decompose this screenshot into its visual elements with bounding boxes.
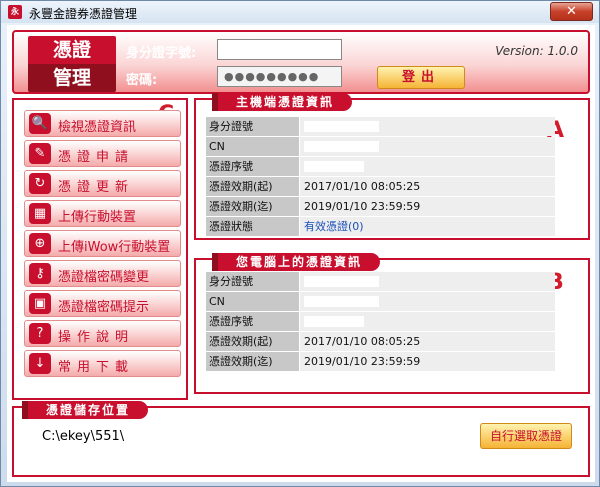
menu-item-label: 操作說明 [58,330,135,345]
magnifier-icon: 🔍 [29,113,51,134]
info-label: 憑證序號 [206,312,299,331]
info-row: 憑證狀態 有效憑證(0) [206,217,555,236]
info-value: 2019/01/10 23:59:59 [299,352,555,371]
info-value[interactable]: 有效憑證(0) [299,217,555,236]
redacted-value [304,316,364,327]
menu-item-1[interactable]: ✎ 憑證申請 [24,140,181,167]
app-window: 永 永豐金證券憑證管理 ✕ 憑證 管理 身分證字號: 密碼: ●●●●●●●●●… [0,0,600,487]
document-icon: ✎ [29,143,51,164]
info-row: 身分證號 [206,272,555,291]
menu-item-7[interactable]: ? 操作說明 [24,320,181,347]
menu-item-2[interactable]: ↻ 憑證更新 [24,170,181,197]
redacted-value [304,296,379,307]
briefcase-icon: ▣ [29,293,51,314]
menu-item-label: 憑證檔密碼變更 [58,270,150,285]
app-logo-icon: 永 [8,5,22,19]
info-value [299,117,555,136]
storage-path: C:\ekey\551\ [42,429,125,444]
redacted-value [304,141,379,152]
storage-location-title: 憑證儲存位置 [21,401,149,419]
info-label: CN [206,137,299,156]
local-cert-panel: 您電腦上的憑證資訊 B 身分證號 CN 憑證序號 憑證效期(起) 2017/01/10 … [194,253,590,394]
storage-location-panel: 憑證儲存位置 C:\ekey\551\ 自行選取憑證 [12,401,590,477]
menu-item-4[interactable]: ⊕ 上傳iWow行動裝置 [24,230,181,257]
info-row: CN [206,292,555,311]
id-number-label: 身分證字號: [126,46,197,61]
info-value [299,312,555,331]
info-value [299,292,555,311]
menu-item-label: 憑證申請 [58,150,135,165]
info-value: 2017/01/10 08:05:25 [299,332,555,351]
info-value [299,272,555,291]
info-row: 憑證效期(迄) 2019/01/10 23:59:59 [206,197,555,216]
menu-item-label: 上傳iWow行動裝置 [58,240,171,255]
local-cert-table: 身分證號 CN 憑證序號 憑證效期(起) 2017/01/10 08:05:25 憑證效期… [206,272,555,372]
menu-item-label: 檢視憑證資訊 [58,120,137,135]
logout-button[interactable]: 登出 [377,66,465,89]
info-row: 憑證序號 [206,312,555,331]
menu-item-label: 常用下載 [58,360,135,375]
window-title: 永豐金證券憑證管理 [29,7,138,21]
close-button[interactable]: ✕ [550,2,593,21]
menu-item-8[interactable]: ↓ 常用下載 [24,350,181,377]
menu-item-3[interactable]: ▦ 上傳行動裝置 [24,200,181,227]
globe-upload-icon: ⊕ [29,233,51,254]
id-number-input[interactable] [217,39,342,60]
refresh-icon: ↻ [29,173,51,194]
logo-text-top: 憑證 [28,36,116,64]
info-label: 憑證狀態 [206,217,299,236]
info-row: 身分證號 [206,117,555,136]
login-header: 憑證 管理 身分證字號: 密碼: ●●●●●●●●● 登出 Version: 1… [12,30,590,94]
info-value [299,157,555,176]
menu-item-0[interactable]: 🔍 檢視憑證資訊 [24,110,181,137]
password-label: 密碼: [126,73,158,88]
info-label: 憑證效期(迄) [206,352,299,371]
title-bar: 永 永豐金證券憑證管理 ✕ [1,1,599,23]
menu-item-6[interactable]: ▣ 憑證檔密碼提示 [24,290,181,317]
info-value [299,137,555,156]
choose-cert-button[interactable]: 自行選取憑證 [480,423,572,449]
server-cert-title: 主機端憑證資訊 [211,93,353,111]
server-cert-table: 身分證號 CN 憑證序號 憑證效期(起) 2017/01/10 08:05:25 憑證效期… [206,117,555,237]
redacted-value [304,121,379,132]
function-menu: C 🔍檢視憑證資訊✎憑證申請↻憑證更新▦上傳行動裝置⊕上傳iWow行動裝置⚷憑證… [12,98,188,400]
menu-item-label: 憑證檔密碼提示 [58,300,150,315]
redacted-value [304,161,364,172]
info-row: CN [206,137,555,156]
info-label: 憑證效期(起) [206,332,299,351]
info-label: CN [206,292,299,311]
info-value: 2019/01/10 23:59:59 [299,197,555,216]
key-icon: ⚷ [29,263,51,284]
info-row: 憑證序號 [206,157,555,176]
info-label: 憑證效期(迄) [206,197,299,216]
server-cert-panel: 主機端憑證資訊 A 身分證號 CN 憑證序號 憑證效期(起) 2017/01/10 08… [194,93,590,240]
local-cert-title: 您電腦上的憑證資訊 [211,253,381,271]
info-row: 憑證效期(起) 2017/01/10 08:05:25 [206,177,555,196]
client-area: 憑證 管理 身分證字號: 密碼: ●●●●●●●●● 登出 Version: 1… [7,25,595,482]
redacted-value [304,276,379,287]
menu-item-5[interactable]: ⚷ 憑證檔密碼變更 [24,260,181,287]
help-icon: ? [29,323,51,344]
info-label: 憑證效期(起) [206,177,299,196]
menu-item-label: 憑證更新 [58,180,135,195]
password-input[interactable]: ●●●●●●●●● [217,66,342,87]
cert-management-logo: 憑證 管理 [28,36,116,92]
logo-text-bottom: 管理 [28,64,116,92]
info-label: 憑證序號 [206,157,299,176]
info-label: 身分證號 [206,117,299,136]
calculator-icon: ▦ [29,203,51,224]
info-row: 憑證效期(迄) 2019/01/10 23:59:59 [206,352,555,371]
menu-item-label: 上傳行動裝置 [58,210,137,225]
info-label: 身分證號 [206,272,299,291]
info-row: 憑證效期(起) 2017/01/10 08:05:25 [206,332,555,351]
info-value: 2017/01/10 08:05:25 [299,177,555,196]
download-icon: ↓ [29,353,51,374]
version-label: Version: 1.0.0 [495,44,578,58]
